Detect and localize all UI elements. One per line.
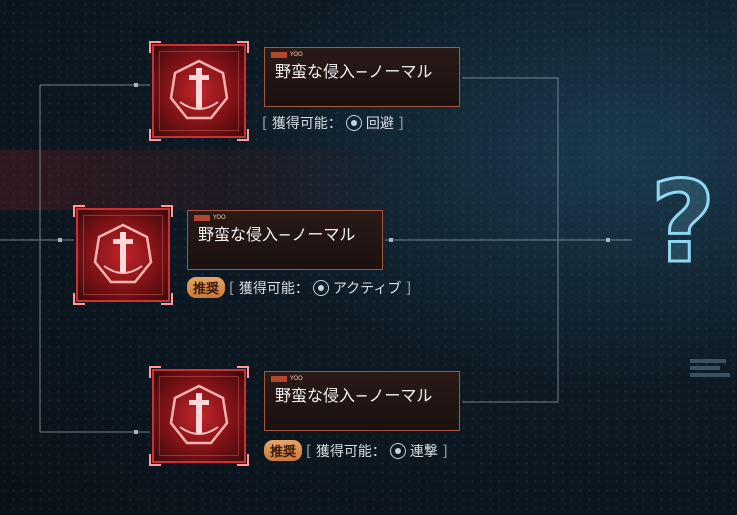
skill-card-3[interactable]: YOO 野蛮な侵入−ノーマル bbox=[264, 371, 460, 431]
acquire-skill: アクティブ bbox=[332, 280, 402, 297]
active-icon bbox=[312, 279, 329, 296]
mystery-symbol: ? bbox=[651, 158, 716, 278]
acquire-row-3: 推奨 [ 獲得可能： 連撃 ] bbox=[264, 440, 448, 461]
acquire-label: 獲得可能： bbox=[315, 443, 386, 460]
combo-icon bbox=[389, 442, 406, 459]
acquire-row-2: 推奨 [ 獲得可能： アクティブ ] bbox=[187, 277, 411, 298]
dodge-icon bbox=[345, 115, 362, 131]
acquire-label: 獲得可能： bbox=[271, 116, 342, 132]
skill-node-2[interactable] bbox=[73, 205, 173, 305]
mystery-node[interactable]: ? bbox=[638, 156, 728, 290]
skill-title: 野蛮な侵入−ノーマル bbox=[275, 386, 433, 405]
skill-title: 野蛮な侵入−ノーマル bbox=[275, 62, 433, 81]
skill-card-2[interactable]: YOO 野蛮な侵入−ノーマル bbox=[187, 210, 383, 270]
question-mark-icon: ? bbox=[649, 157, 717, 290]
sword-emblem-icon bbox=[169, 59, 229, 120]
acquire-skill: 回避 bbox=[365, 116, 394, 132]
card-tag: YOO bbox=[213, 214, 226, 221]
sword-emblem-icon bbox=[93, 223, 153, 284]
skill-title: 野蛮な侵入−ノーマル bbox=[198, 225, 356, 244]
card-tag: YOO bbox=[290, 51, 303, 58]
card-tag: YOO bbox=[290, 375, 303, 382]
recommended-badge: 推奨 bbox=[187, 277, 226, 298]
skill-node-3[interactable] bbox=[149, 366, 249, 466]
acquire-row-1: [ 獲得可能： 回避 ] bbox=[262, 114, 404, 132]
skill-node-1[interactable] bbox=[149, 41, 249, 141]
recommended-badge: 推奨 bbox=[264, 440, 303, 461]
acquire-skill: 連撃 bbox=[409, 443, 438, 460]
skill-card-1[interactable]: YOO 野蛮な侵入−ノーマル bbox=[264, 47, 460, 107]
hud-decoration bbox=[690, 356, 736, 380]
acquire-label: 獲得可能： bbox=[238, 280, 309, 297]
sword-emblem-icon bbox=[169, 384, 229, 445]
